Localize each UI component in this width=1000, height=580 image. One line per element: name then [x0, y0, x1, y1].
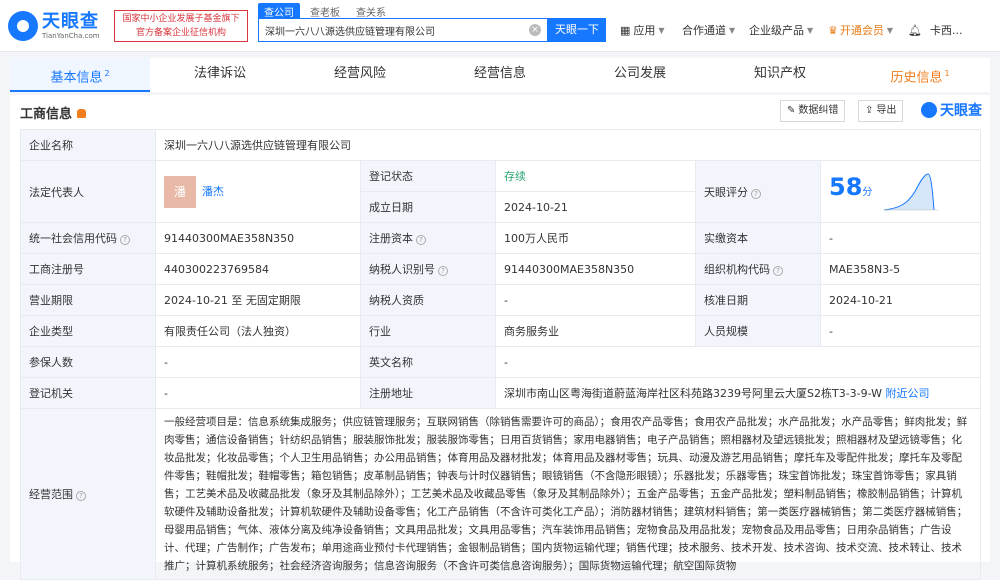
- reg-capital: 100万人民币: [495, 222, 696, 254]
- info-icon[interactable]: ?: [416, 235, 426, 245]
- export-icon: ⇪: [865, 105, 874, 116]
- label-industry: 行业: [360, 315, 496, 347]
- business-info-panel: 工商信息 ✎ 数据纠错 ⇪ 导出 天眼查 企业名称 深圳一六八八源选供应链管理有限公…: [10, 95, 990, 580]
- tab-history[interactable]: 历史信息 1: [850, 58, 990, 92]
- notify-icon: [77, 109, 87, 118]
- tab-basic-info[interactable]: 基本信息 2: [10, 58, 150, 92]
- logo-text: 天眼查: [42, 10, 99, 32]
- label-reg-capital: 注册资本?: [360, 222, 496, 254]
- crown-icon: ♛: [828, 23, 838, 37]
- score-value: 58: [829, 172, 863, 201]
- label-en-name: 英文名称: [360, 346, 496, 378]
- info-icon[interactable]: ?: [438, 266, 448, 276]
- label-reg-status: 登记状态: [360, 160, 496, 192]
- tab-development[interactable]: 公司发展: [570, 58, 710, 92]
- label-scope: 经营范围?: [20, 408, 156, 580]
- logo-domain: TianYanCha.com: [42, 31, 100, 40]
- tab-risk[interactable]: 经营风险: [290, 58, 430, 92]
- found-date: 2024-10-21: [495, 191, 696, 223]
- company-type: 有限责任公司（法人独资）: [155, 315, 361, 347]
- label-score: 天眼评分?: [695, 160, 821, 223]
- org-code: MAE358N3-5: [819, 253, 982, 285]
- nearby-link[interactable]: 附近公司: [886, 387, 930, 400]
- en-name: -: [494, 346, 982, 378]
- business-info-table: 企业名称 深圳一六八八源选供应链管理有限公司 法定代表人 潘潘杰 登记状态 存续…: [20, 129, 982, 580]
- taxpayer-qual: -: [495, 284, 696, 316]
- company-name: 深圳一六八八源选供应链管理有限公司: [154, 129, 982, 161]
- reg-status: 存续: [495, 160, 696, 192]
- nav-cooperation[interactable]: 合作通道 ▼: [682, 22, 735, 38]
- brand-icon: [921, 102, 937, 118]
- label-type: 企业类型: [20, 315, 156, 347]
- label-approve-date: 核准日期: [695, 284, 821, 316]
- score-curve-icon: [883, 172, 938, 210]
- legal-rep-cell: 潘潘杰: [155, 160, 361, 223]
- tab-bar: 基本信息 2 法律诉讼 经营风险 经营信息 公司发展 知识产权 历史信息 1: [10, 58, 990, 92]
- staff: -: [819, 315, 982, 347]
- label-address: 注册地址: [360, 377, 496, 409]
- address-cell: 深圳市南山区粤海街道蔚蓝海岸社区科苑路3239号阿里云大厦S2栋T3-3-9-W…: [494, 377, 982, 409]
- credit-code: 91440300MAE358N350: [155, 222, 361, 254]
- label-insured: 参保人数: [20, 346, 156, 378]
- tab-operation[interactable]: 经营信息: [430, 58, 570, 92]
- address: 深圳市南山区粤海街道蔚蓝海岸社区科苑路3239号阿里云大厦S2栋T3-3-9-W: [504, 387, 883, 400]
- info-icon[interactable]: ?: [773, 266, 783, 276]
- info-icon[interactable]: ?: [120, 235, 130, 245]
- label-staff: 人员规模: [695, 315, 821, 347]
- label-company-name: 企业名称: [20, 129, 156, 161]
- correct-button[interactable]: ✎ 数据纠错: [780, 100, 846, 122]
- legal-rep-link[interactable]: 潘杰: [202, 185, 224, 198]
- nav-vip[interactable]: ♛ 开通会员 ▼: [828, 22, 893, 38]
- approve-date: 2024-10-21: [819, 284, 982, 316]
- nav-user[interactable]: 🔔︎ 卡西...: [908, 22, 962, 38]
- taxpayer-id: 91440300MAE358N350: [495, 253, 696, 285]
- top-bar: 天眼查 TianYanCha.com 国家中小企业发展子基金旗下 官方备案企业征…: [0, 0, 1000, 52]
- business-scope: 一般经营项目是：信息系统集成服务；供应链管理服务；互联网销售（除销售需要许可的商…: [154, 408, 982, 580]
- label-authority: 登记机关: [20, 377, 156, 409]
- logo-eye-icon: [8, 11, 38, 41]
- paid-capital: -: [819, 222, 982, 254]
- label-taxpayer-qual: 纳税人资质: [360, 284, 496, 316]
- industry: 商务服务业: [495, 315, 696, 347]
- tab-legal[interactable]: 法律诉讼: [150, 58, 290, 92]
- label-reg-no: 工商注册号: [20, 253, 156, 285]
- grid-icon: ▦: [620, 23, 631, 37]
- search-button[interactable]: 天眼一下: [548, 18, 606, 42]
- nav-apps[interactable]: ▦ 应用 ▼: [620, 22, 665, 38]
- clear-icon[interactable]: ×: [529, 24, 541, 36]
- brand-watermark: 天眼查: [921, 100, 982, 120]
- nav-enterprise[interactable]: 企业级产品 ▼: [749, 22, 813, 38]
- label-term: 营业期限: [20, 284, 156, 316]
- label-paid-capital: 实缴资本: [695, 222, 821, 254]
- label-org-code: 组织机构代码?: [695, 253, 821, 285]
- edit-icon: ✎: [787, 105, 796, 116]
- search-value: 深圳一六八八源选供应链管理有限公司: [265, 26, 435, 38]
- label-taxpayer-id: 纳税人识别号?: [360, 253, 496, 285]
- logo[interactable]: 天眼查 TianYanCha.com: [8, 10, 108, 42]
- score-unit: 分: [862, 186, 873, 198]
- avatar: 潘: [164, 175, 196, 208]
- export-button[interactable]: ⇪ 导出: [858, 100, 904, 122]
- tab-ip[interactable]: 知识产权: [710, 58, 850, 92]
- score-cell[interactable]: 58分: [819, 160, 982, 223]
- insured: -: [155, 346, 361, 378]
- label-credit-code: 统一社会信用代码?: [20, 222, 156, 254]
- label-legal-rep: 法定代表人: [20, 160, 156, 223]
- authority: -: [155, 377, 361, 409]
- label-found-date: 成立日期: [360, 191, 496, 223]
- info-icon[interactable]: ?: [76, 491, 86, 501]
- search-input[interactable]: 深圳一六八八源选供应链管理有限公司 ×: [258, 18, 548, 42]
- term: 2024-10-21 至 无固定期限: [155, 284, 361, 316]
- reg-no: 440300223769584: [155, 253, 361, 285]
- panel-title: 工商信息: [20, 103, 87, 122]
- gov-badge: 国家中小企业发展子基金旗下 官方备案企业征信机构: [114, 10, 248, 42]
- bell-icon: 🔔︎: [908, 23, 922, 37]
- info-icon[interactable]: ?: [751, 188, 761, 199]
